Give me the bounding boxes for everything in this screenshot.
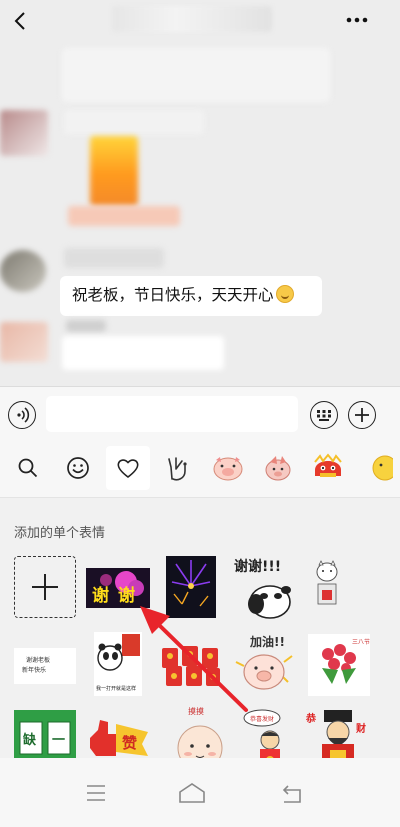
pig-jiayou-sticker[interactable]: 加油!! [232,632,298,696]
message-input[interactable] [46,396,298,432]
pig-sticker-icon [213,457,243,481]
svg-text:我一打开就是这样: 我一打开就是这样 [96,685,136,692]
smile-emoji-icon [275,285,294,303]
plus-icon [32,574,58,600]
svg-text:财: 财 [355,722,366,735]
obscured-sender-name [64,248,164,268]
svg-text:缺: 缺 [22,732,37,748]
smiley-icon [67,457,89,479]
chubby-face-image: 摸摸 [177,706,223,758]
yellow-face-sticker-icon [372,455,393,481]
panda-xiexie-sticker[interactable]: 谢谢!!! [230,554,302,624]
more-functions-button[interactable] [348,401,376,429]
svg-text:摸摸: 摸摸 [188,706,204,716]
panda-xiexie-image: 谢谢!!! [234,558,291,619]
cat-gift-sticker[interactable] [312,560,342,610]
sticker-tab-strip [0,438,400,498]
svg-text:新年快乐: 新年快乐 [22,666,46,674]
tab-sticker-pack-emoji[interactable] [356,446,400,490]
top-bar [0,0,400,44]
boss-text-image: 谢谢老板 新年快乐 [14,648,76,684]
caishen-image: 恭 财 [305,710,366,758]
boy-gongxi-image: 恭喜发财 [243,709,281,758]
fireworks-image [166,556,216,618]
thumbs-up-zan-sticker[interactable]: 赞 [86,712,150,758]
svg-text:三八节: 三八节 [352,638,370,646]
svg-text:一: 一 [52,733,65,748]
tab-sticker-pack-lion-dance[interactable] [306,446,350,490]
plus-icon [355,408,369,422]
message-bubble[interactable]: 祝老板，节日快乐，天天开心 [60,276,322,316]
tab-emoji[interactable] [56,446,100,490]
panda-red-envelope-image: 我一打开就是这样 [94,632,142,696]
input-bar [0,386,400,438]
obscured-red-packet-image [90,136,138,206]
svg-text:加油!!: 加油!! [249,634,285,649]
back-nav-icon[interactable] [272,780,312,806]
svg-text:谢: 谢 [92,585,109,606]
add-sticker-button[interactable] [14,556,76,618]
home-icon[interactable] [172,780,212,806]
xiexie-flowers-sticker[interactable]: 谢 谢 [86,568,150,608]
chubby-face-sticker[interactable]: 摸摸 [166,704,228,758]
tab-sticker-pack-pig[interactable] [206,446,250,490]
svg-text:赞: 赞 [121,734,137,752]
boy-gongxi-sticker[interactable]: 恭喜发财 [240,708,296,758]
red-envelopes-sticker[interactable] [160,644,224,688]
voice-icon [17,407,30,423]
tab-favorites[interactable] [106,446,150,490]
hand-gesture-sticker-icon [168,457,187,481]
back-arrow-icon[interactable] [10,9,32,33]
lion-dance-sticker-icon [314,453,342,477]
panda-red-envelope-sticker[interactable]: 我一打开就是这样 [94,632,142,696]
obscured-avatar [0,110,48,156]
heart-icon [117,459,139,479]
caishen-sticker[interactable]: 恭 财 [305,704,370,758]
svg-text:恭: 恭 [306,712,317,725]
more-options-icon[interactable] [344,10,370,30]
mahjong-sticker[interactable]: 缺 一 [14,710,76,758]
svg-text:谢谢老板: 谢谢老板 [26,656,50,664]
mahjong-image: 缺 一 [14,710,76,758]
section-title: 添加的单个表情 [14,525,106,540]
tab-sticker-pack-hand[interactable] [156,446,200,490]
voice-input-button[interactable] [8,401,36,429]
red-envelopes-image [162,646,220,686]
obscured-message [62,336,224,370]
pig-jiayou-image: 加油!! [235,634,293,690]
xiexie-flowers-image: 谢 谢 [86,568,150,608]
message-text: 祝老板，节日快乐，天天开心 [72,287,274,304]
tab-search[interactable] [6,446,50,490]
svg-text:谢: 谢 [118,585,135,606]
obscured-avatar [0,322,48,362]
search-icon [18,458,38,478]
chat-area: 祝老板，节日快乐，天天开心 [0,44,400,384]
keyboard-toggle-button[interactable] [310,401,338,429]
obscured-red-packet-caption [68,206,180,226]
svg-text:恭喜发财: 恭喜发财 [250,715,274,723]
keyboard-icon [317,410,331,421]
boss-text-sticker[interactable]: 谢谢老板 新年快乐 [14,648,76,684]
menu-icon[interactable] [76,780,116,806]
obscured-sender-name [66,320,106,332]
sticker-panel: 添加的单个表情 谢 谢 谢谢!!! 谢谢老板 新年快乐 我一打开就是这样 加油!… [0,498,400,758]
obscured-message [62,48,330,102]
flower-bouquet-image: 三八节 [308,634,370,696]
system-nav-bar [0,758,400,827]
cat-gift-image [316,560,338,605]
obscured-avatar [0,250,46,292]
chat-title-obscured [112,6,272,32]
thumbs-up-zan-image: 赞 [90,720,148,756]
flower-bouquet-sticker[interactable]: 三八节 [308,634,370,696]
pig-ear-sticker-icon [265,456,291,481]
fireworks-sticker[interactable] [166,556,216,618]
svg-text:谢谢!!!: 谢谢!!! [234,558,281,575]
tab-sticker-pack-pig-2[interactable] [256,446,300,490]
obscured-red-packet [64,110,204,134]
